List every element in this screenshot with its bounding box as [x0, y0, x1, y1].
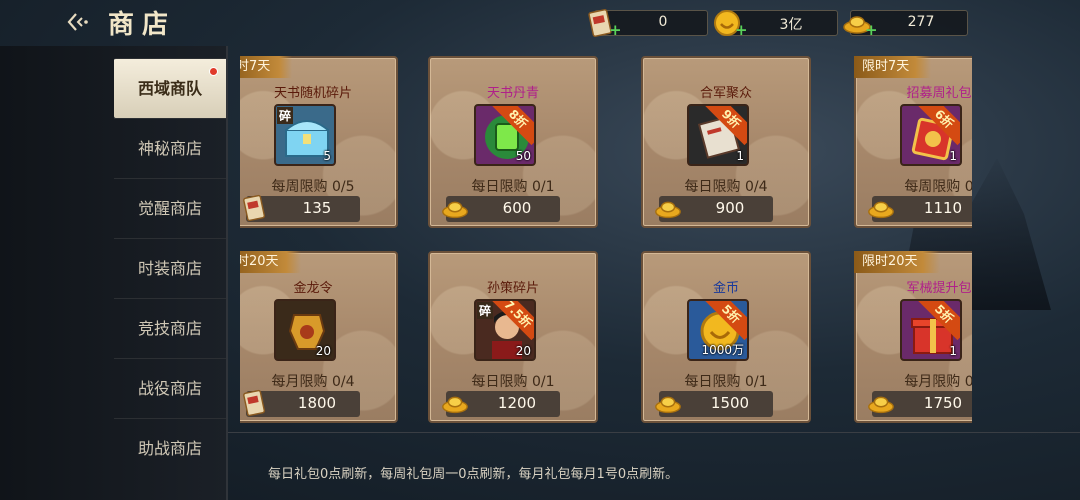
shop-item-card[interactable]: 限时7天 招募周礼包 6折 1 每周限购 0 1110	[854, 56, 972, 228]
item-quantity: 1	[949, 344, 957, 358]
yuanbao-icon	[866, 193, 896, 223]
gold-coin-icon: 5折 1000万	[687, 299, 749, 361]
shop-item-card[interactable]: 时20天 金龙令 20 每月限购 0/4 1800	[240, 251, 398, 423]
sidebar-item-mystery-shop[interactable]: 神秘商店	[114, 118, 226, 178]
notification-dot	[209, 67, 218, 76]
back-arrow-icon[interactable]	[64, 8, 92, 36]
item-name: 合军聚众	[699, 86, 752, 101]
hero-portrait-icon: 碎 7.5折 20	[474, 299, 536, 361]
yuanbao-amount: 277	[907, 14, 935, 30]
time-limit-tag: 限时20天	[854, 251, 940, 273]
item-name: 天书随机碎片	[273, 86, 352, 101]
shop-item-card[interactable]: 限时20天 军械提升包 5折 1 每月限购 0 1750	[854, 251, 972, 423]
sidebar-item-label: 助战商店	[137, 439, 202, 458]
sidebar-item-awakening-shop[interactable]: 觉醒商店	[114, 178, 226, 238]
item-quantity: 20	[315, 344, 331, 358]
page-title: 商店	[108, 10, 177, 40]
sidebar-item-label: 西域商队	[137, 79, 202, 98]
sidebar-item-label: 觉醒商店	[137, 199, 202, 218]
yuanbao-icon	[653, 193, 683, 223]
jade-scroll-icon: 8折 50	[474, 104, 536, 166]
yuanbao-icon	[440, 388, 470, 418]
item-quantity: 50	[515, 149, 531, 163]
item-name: 金龙令	[293, 281, 333, 296]
item-price: 1200	[497, 394, 537, 412]
sidebar-item-costume-shop[interactable]: 时装商店	[114, 238, 226, 298]
price-bar: 900	[655, 196, 773, 222]
shop-item-card[interactable]: 天书丹青 8折 50 每日限购 0/1 600	[428, 56, 598, 228]
price-bar: 1200	[442, 391, 560, 417]
item-name: 金币	[712, 281, 739, 296]
time-limit-tag: 限时7天	[854, 56, 932, 78]
sidebar-item-label: 神秘商店	[137, 139, 202, 158]
price-bar: 1500	[655, 391, 773, 417]
yuanbao-icon	[653, 388, 683, 418]
item-price: 1800	[297, 394, 337, 412]
footer-divider	[228, 432, 1080, 433]
refresh-note: 每日礼包0点刷新，每周礼包周一0点刷新，每月礼包每月1号0点刷新。	[268, 467, 679, 482]
add-yuanbao-icon[interactable]: +	[865, 21, 878, 39]
item-price: 900	[715, 199, 745, 217]
fragment-label: 碎	[277, 107, 294, 124]
gold-amount: 3亿	[779, 17, 803, 33]
currency-yuanbao[interactable]: + 277	[843, 10, 968, 39]
yuanbao-icon	[440, 193, 470, 223]
token-icon	[240, 193, 270, 223]
item-name: 天书丹青	[486, 86, 539, 101]
yuanbao-icon	[866, 388, 896, 418]
gift-box-icon: 5折 1	[900, 299, 962, 361]
item-price: 135	[302, 199, 332, 217]
shop-item-card[interactable]: 孙策碎片 碎 7.5折 20 每日限购 0/1 1200	[428, 251, 598, 423]
shop-item-card[interactable]: 金币 5折 1000万 每日限购 0/1 1500	[641, 251, 811, 423]
shop-grid: 时7天 天书随机碎片 碎 5 每周限购 0/5 135 天书丹青 8折 50 每…	[240, 56, 972, 426]
item-name: 军械提升包	[906, 281, 972, 296]
sidebar-item-western-caravan[interactable]: 西域商队	[114, 58, 226, 118]
item-price: 1750	[923, 394, 963, 412]
price-bar: 135	[243, 194, 360, 222]
currency-token[interactable]: + 0	[588, 9, 708, 39]
item-price: 600	[502, 199, 532, 217]
item-name: 孙策碎片	[486, 281, 539, 296]
sidebar-item-label: 战役商店	[137, 379, 202, 398]
item-quantity: 5	[323, 149, 331, 163]
shop-item-card[interactable]: 时7天 天书随机碎片 碎 5 每周限购 0/5 135	[240, 56, 398, 228]
sidebar-item-label: 时装商店	[137, 259, 202, 278]
item-name: 招募周礼包	[906, 86, 972, 101]
sidebar-item-assist-shop[interactable]: 助战商店	[114, 418, 226, 478]
item-quantity: 1	[736, 149, 744, 163]
item-quantity: 1	[949, 149, 957, 163]
gift-bag-icon: 6折 1	[900, 104, 962, 166]
sidebar-item-arena-shop[interactable]: 竞技商店	[114, 298, 226, 358]
price-bar: 600	[442, 196, 560, 222]
dragon-token-icon: 20	[274, 299, 336, 361]
treasure-chest-icon: 碎 5	[274, 104, 336, 166]
currency-gold[interactable]: + 3亿	[714, 10, 838, 39]
item-quantity: 1000万	[701, 343, 744, 357]
time-limit-tag: 时20天	[240, 251, 301, 273]
add-token-icon[interactable]: +	[609, 21, 622, 39]
token-amount: 0	[658, 14, 668, 30]
item-price: 1500	[710, 394, 750, 412]
sidebar-item-label: 竞技商店	[137, 319, 202, 338]
price-bar: 1110	[868, 196, 972, 222]
time-limit-tag: 时7天	[240, 56, 293, 78]
item-quantity: 20	[515, 344, 531, 358]
token-icon	[240, 388, 270, 418]
price-bar: 1750	[868, 391, 972, 417]
item-price: 1110	[923, 199, 963, 217]
sidebar-item-campaign-shop[interactable]: 战役商店	[114, 358, 226, 418]
scroll-icon: 9折 1	[687, 104, 749, 166]
fragment-label: 碎	[477, 302, 494, 319]
price-bar: 1800	[243, 389, 360, 417]
add-gold-icon[interactable]: +	[735, 21, 748, 39]
shop-item-card[interactable]: 合军聚众 9折 1 每日限购 0/4 900	[641, 56, 811, 228]
top-bar: 商店 + 0 + 3亿 + 277	[0, 0, 1080, 46]
